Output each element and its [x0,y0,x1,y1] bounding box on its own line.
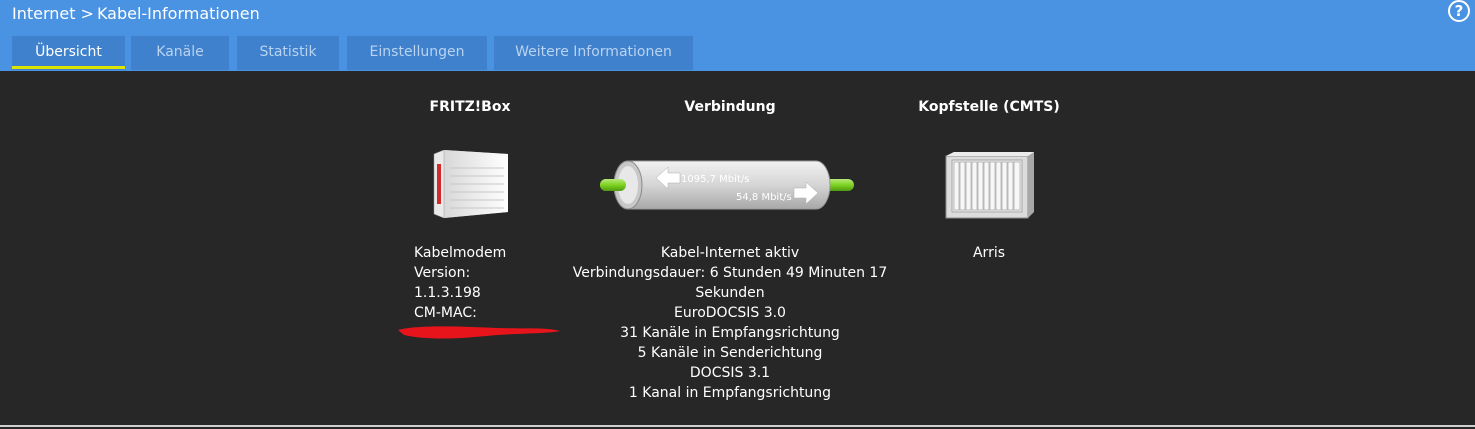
version-label: Version: [414,265,471,281]
header-bar: Internet > Kabel-Informationen ? Übersicht… [0,0,1475,71]
connection-title: Verbindung [684,99,776,115]
fritzbox-info: Kabelmodem Version: 1.1.3.198 CM-MAC: [414,243,554,323]
version-value: 1.1.3.198 [414,285,481,301]
cmts-title: Kopfstelle (CMTS) [918,99,1060,115]
tab-weitere-informationen[interactable]: Weitere Informationen [494,36,693,70]
bottom-divider [0,425,1475,427]
cmts-rack-icon [944,150,1036,220]
docsis-downstream-channels: 1 Kanal in Empfangsrichtung [628,385,832,401]
breadcrumb-separator: > [80,4,94,23]
fritzbox-router-icon [430,149,510,220]
cm-mac-label: CM-MAC: [414,305,477,321]
breadcrumb-current: Kabel-Informationen [96,4,260,23]
connection-duration-unit: Sekunden [695,285,765,301]
tab-einstellungen[interactable]: Einstellungen [347,36,487,70]
connection-info: Kabel-Internet aktiv Verbindungsdauer: 6… [560,243,900,403]
tab-statistik[interactable]: Statistik [237,36,339,70]
docsis-version: DOCSIS 3.1 [689,365,771,381]
upstream-rate: 54,8 Mbit/s [736,192,792,203]
fritzbox-title: FRITZ!Box [429,99,511,115]
connection-status: Kabel-Internet aktiv [660,245,800,261]
cm-mac-redaction [396,322,562,342]
cmts-vendor: Arris [972,245,1006,261]
tab-uebersicht[interactable]: Übersicht [12,36,125,70]
breadcrumb-internet-link[interactable]: Internet [12,4,76,23]
help-icon[interactable]: ? [1448,0,1470,22]
breadcrumb: Internet > Kabel-Informationen [12,3,260,25]
eurodocsis-upstream-channels: 5 Kanäle in Senderichtung [637,345,823,361]
modem-type: Kabelmodem [414,245,507,261]
tab-kanaele[interactable]: Kanäle [131,36,229,70]
downstream-rate: 1095,7 Mbit/s [681,174,750,185]
eurodocsis-downstream-channels: 31 Kanäle in Empfangsrichtung [620,325,840,341]
eurodocsis-version: EuroDOCSIS 3.0 [674,305,786,321]
connection-duration: Verbindungsdauer: 6 Stunden 49 Minuten 1… [572,265,888,281]
